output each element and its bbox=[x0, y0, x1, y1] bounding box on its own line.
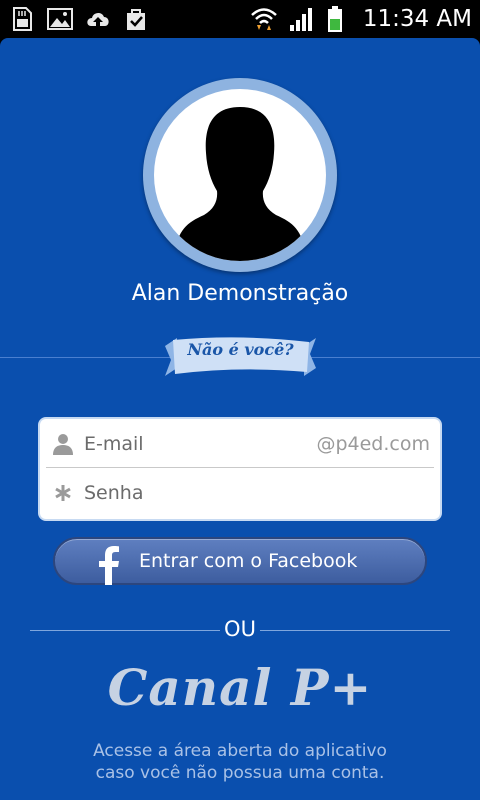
user-silhouette-icon bbox=[174, 107, 306, 261]
clipboard-check-icon bbox=[127, 9, 145, 30]
user-name: Alan Demonstração bbox=[131, 281, 349, 306]
open-area-description: Acesse a área aberta do aplicativo caso … bbox=[50, 740, 430, 784]
password-field[interactable] bbox=[84, 475, 314, 511]
system-indicators: 11:34 AM bbox=[249, 4, 472, 34]
facebook-button-label: Entrar com o Facebook bbox=[139, 550, 358, 572]
signal-icon bbox=[289, 8, 312, 31]
facebook-login-button[interactable]: Entrar com o Facebook bbox=[53, 537, 427, 585]
or-label: OU bbox=[224, 617, 256, 641]
image-icon bbox=[47, 8, 73, 30]
password-row bbox=[40, 469, 440, 517]
email-field[interactable] bbox=[84, 426, 314, 462]
avatar-image bbox=[154, 89, 326, 261]
status-bar: 11:34 AM bbox=[0, 0, 480, 38]
email-row: @p4ed.com bbox=[40, 420, 440, 468]
login-screen: Alan Demonstração Não é você? @p4ed.com bbox=[0, 38, 480, 800]
wifi-icon bbox=[250, 8, 277, 30]
battery-icon bbox=[327, 6, 342, 32]
info-line-2: caso você não possua uma conta. bbox=[95, 763, 385, 783]
asterisk-icon bbox=[55, 485, 71, 501]
facebook-icon bbox=[99, 546, 119, 585]
sd-card-icon bbox=[13, 7, 32, 31]
brand-link[interactable]: Canal P+ bbox=[0, 658, 480, 717]
email-domain: @p4ed.com bbox=[316, 433, 430, 455]
form-separator bbox=[46, 467, 434, 468]
avatar[interactable] bbox=[143, 78, 337, 272]
not-you-link[interactable]: Não é você? bbox=[163, 340, 318, 359]
clock: 11:34 AM bbox=[362, 6, 472, 32]
info-line-1: Acesse a área aberta do aplicativo bbox=[93, 741, 387, 761]
notification-icons bbox=[8, 5, 150, 33]
cloud-upload-icon bbox=[87, 12, 109, 27]
user-icon bbox=[53, 434, 73, 455]
login-form: @p4ed.com bbox=[40, 419, 440, 519]
